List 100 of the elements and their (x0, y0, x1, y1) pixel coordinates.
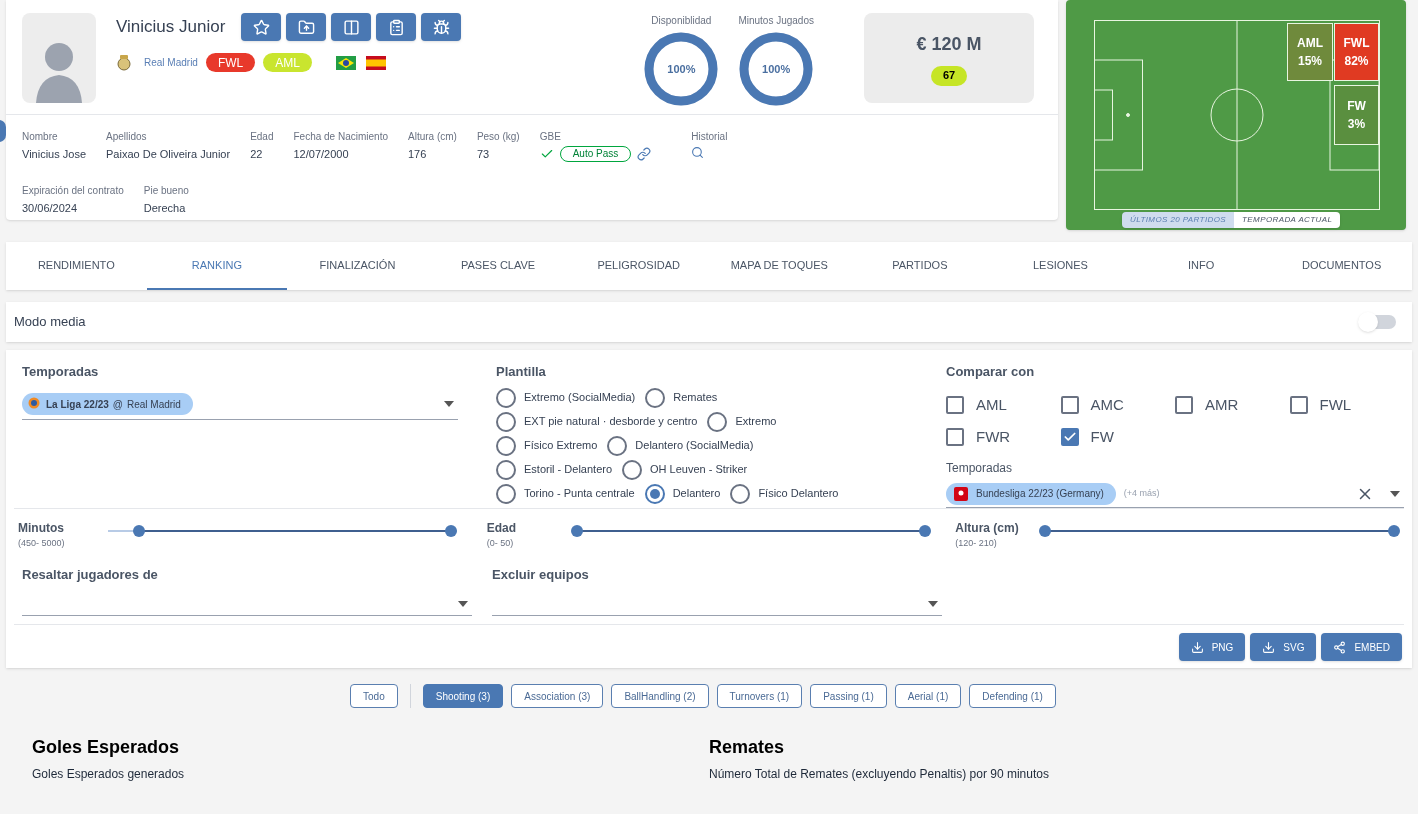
tab[interactable]: PARTIDOS (849, 242, 991, 290)
field-value: 176 (408, 147, 428, 162)
radio-button[interactable] (496, 411, 516, 432)
slider-thumb[interactable] (919, 525, 932, 537)
search-icon[interactable] (691, 146, 705, 159)
section-label: Comparar con (946, 363, 1036, 381)
radio-button[interactable] (730, 483, 751, 504)
category-button[interactable]: Aerial (1) (894, 684, 962, 708)
category-button[interactable]: Turnovers (1) (716, 684, 803, 708)
checkbox[interactable] (946, 428, 964, 447)
radio-button[interactable] (707, 411, 728, 432)
radio-button[interactable] (645, 387, 666, 408)
toggle-option[interactable]: ÚLTIMOS 20 PARTIDOS (1122, 212, 1235, 228)
season-select[interactable]: La Liga 22/23 @ Real Madrid (22, 389, 458, 420)
category-button[interactable]: Defending (1) (969, 684, 1056, 708)
field-label: Edad (250, 130, 274, 144)
radio-button[interactable] (607, 435, 628, 456)
slider-thumb[interactable] (445, 525, 458, 537)
slider-thumb[interactable] (1039, 525, 1052, 537)
slider-label: Edad (486, 520, 517, 537)
slider-thumb[interactable] (1388, 525, 1400, 537)
radio-button[interactable] (496, 435, 516, 456)
tab[interactable]: FINALIZACIÓN (287, 242, 428, 290)
split-icon[interactable] (331, 13, 372, 41)
tab[interactable]: INFO (1130, 242, 1272, 290)
radio-button[interactable] (622, 459, 643, 480)
field-label: Altura (cm) (408, 130, 457, 144)
season-chip: Bundesliga 22/23 (Germany) (946, 482, 1116, 505)
caret-icon (928, 600, 938, 607)
tab[interactable]: PELIGROSIDAD (568, 242, 709, 290)
link-icon[interactable] (637, 147, 652, 161)
radio-label: Delantero (672, 486, 721, 502)
checkbox-label: FWL (1319, 394, 1352, 415)
radio-label: Físico Delantero (758, 486, 839, 502)
share-icon (1333, 640, 1347, 654)
market-value: € 120 M (916, 32, 982, 56)
range-slider[interactable] (570, 524, 932, 538)
category-button[interactable]: BallHandling (2) (611, 684, 709, 708)
bug-icon[interactable] (421, 13, 462, 41)
category-button[interactable]: Passing (1) (810, 684, 887, 708)
checkbox[interactable] (1175, 395, 1193, 414)
field-value: 22 (250, 147, 264, 162)
export-button[interactable]: EMBED (1321, 633, 1402, 661)
zone-label: AML (1297, 35, 1323, 52)
flag-icon (335, 55, 356, 70)
zone-label: FWL (1343, 35, 1370, 52)
tab[interactable]: PASES CLAVE (427, 242, 569, 290)
tab[interactable]: LESIONES (990, 242, 1131, 290)
mode-label: Modo media (14, 313, 86, 332)
slider-label: Altura (cm) (955, 520, 1020, 537)
caret-icon (1390, 490, 1400, 497)
metric-description: Goles Esperados generados (32, 766, 186, 783)
section-label: Excluir equipos (492, 565, 590, 584)
tab[interactable]: MAPA DE TOQUES (708, 242, 850, 290)
zone-label: FW (1347, 98, 1366, 115)
tab[interactable]: RENDIMIENTO (6, 242, 147, 290)
radio-button[interactable] (496, 459, 516, 480)
checkbox[interactable] (1060, 428, 1079, 447)
position-badge: FWL (205, 53, 256, 72)
toggle-option[interactable]: TEMPORADA ACTUAL (1234, 212, 1341, 228)
slider-thumb[interactable] (133, 525, 146, 537)
checkbox-label: AMR (1205, 394, 1239, 415)
field-label: Historial (691, 130, 728, 144)
checkbox-label: FWR (976, 427, 1011, 447)
range-slider[interactable] (1039, 524, 1400, 538)
radio-button[interactable] (496, 387, 516, 408)
slider-thumb[interactable] (570, 525, 583, 537)
checkbox[interactable] (1289, 395, 1308, 414)
radio-label: Delantero (SocialMedia) (635, 438, 754, 454)
field-label: Apellidos (106, 130, 148, 144)
clipboard-icon[interactable] (376, 13, 417, 41)
flag-icon (365, 55, 386, 70)
radio-button[interactable] (496, 483, 516, 504)
club-link[interactable]: Real Madrid (144, 55, 198, 70)
radio-label: Remates (673, 390, 718, 406)
caret-icon (458, 600, 468, 607)
category-button[interactable]: Association (3) (511, 684, 604, 708)
club-crest-icon (116, 53, 132, 72)
tab[interactable]: DOCUMENTOS (1271, 242, 1412, 290)
toggle-switch[interactable] (1360, 315, 1396, 329)
export-button[interactable]: PNG (1178, 633, 1246, 661)
category-button[interactable]: Shooting (3) (422, 684, 504, 708)
check-icon (539, 147, 554, 161)
section-label: Resaltar jugadores de (22, 565, 159, 584)
radio-button[interactable] (644, 483, 665, 504)
checkbox[interactable] (1060, 395, 1079, 414)
metric-title: Remates (709, 736, 786, 759)
section-label: Plantilla (496, 363, 547, 381)
season-select[interactable]: Bundesliga 22/23 (Germany) (+4 más) (946, 480, 1404, 508)
tab[interactable]: RANKING (146, 242, 288, 290)
folder-upload-icon[interactable] (286, 13, 327, 41)
stat-value: 100% (761, 61, 792, 77)
field-label: Nombre (22, 130, 59, 144)
radio-label: Estoril - Delantero (524, 462, 613, 478)
checkbox[interactable] (946, 395, 964, 414)
download-icon (1190, 640, 1204, 654)
section-label: Temporadas (22, 363, 100, 381)
export-button[interactable]: SVG (1250, 633, 1317, 661)
category-button[interactable]: Todo (350, 684, 398, 708)
checkbox-label: AML (976, 394, 1007, 415)
